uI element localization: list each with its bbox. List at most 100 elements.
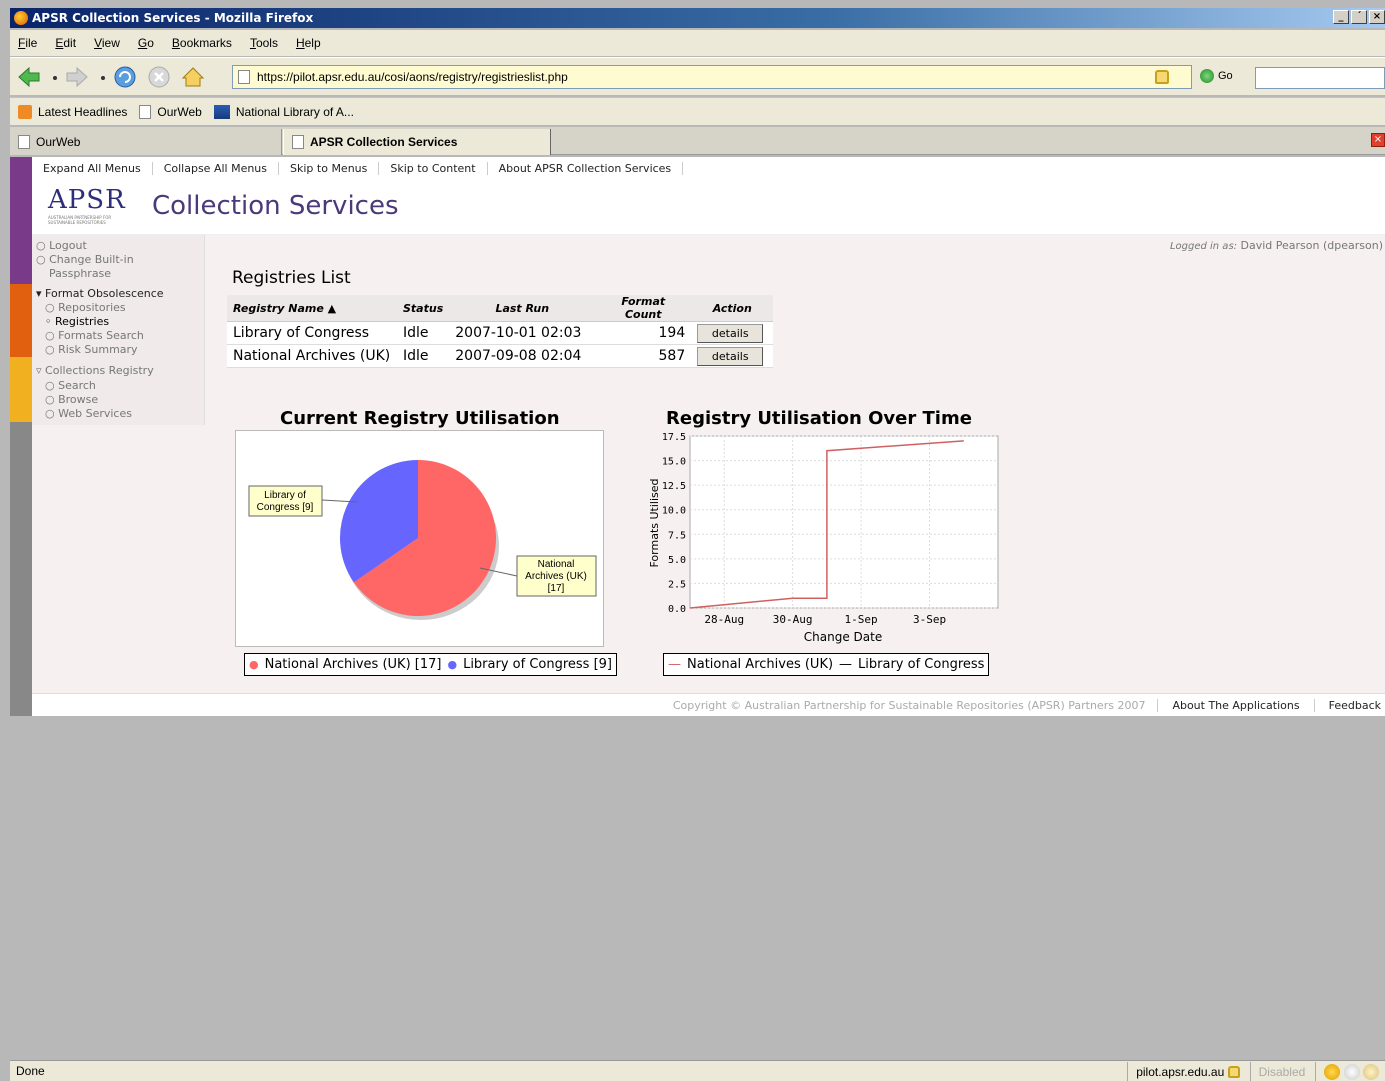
tab-bar: OurWeb APSR Collection Services × <box>10 127 1385 155</box>
tab-ourweb[interactable]: OurWeb <box>10 129 282 155</box>
page-footer: Copyright © Australian Partnership for S… <box>32 693 1385 716</box>
rss-icon <box>18 104 32 119</box>
x-tick-label: 30-Aug <box>773 613 813 626</box>
forward-icon[interactable] <box>64 64 90 90</box>
legend-national-archives: National Archives (UK) [17] <box>264 657 442 672</box>
sidebar-item-repositories[interactable]: ○ Repositories <box>45 301 126 314</box>
logged-in-user: David Pearson (dpearson) <box>1240 239 1383 252</box>
bookmarks-toolbar: Latest Headlines OurWeb National Library… <box>10 97 1385 125</box>
pie-label-national-archives: [17] <box>548 583 565 594</box>
y-tick-label: 7.5 <box>668 530 686 541</box>
skip-to-menus-link[interactable]: Skip to Menus <box>279 161 380 175</box>
sidebar-group-collections-registry[interactable]: ▿ Collections Registry <box>36 364 154 377</box>
maximize-button[interactable]: ´ <box>1351 10 1367 24</box>
close-tab-button[interactable]: × <box>1371 133 1385 147</box>
legend-swatch-national-archives: ● <box>249 658 259 671</box>
minimize-button[interactable]: _ <box>1333 10 1349 24</box>
y-axis-label: Formats Utilised <box>648 478 661 567</box>
menu-view[interactable]: View <box>94 36 120 50</box>
skip-to-content-link[interactable]: Skip to Content <box>379 161 488 175</box>
sidebar-item-formats-search[interactable]: ○ Formats Search <box>45 329 144 342</box>
status-bar: Done pilot.apsr.edu.au Disabled <box>10 1060 1385 1081</box>
sidebar-group-format-obsolescence[interactable]: ▾ Format Obsolescence <box>36 287 164 300</box>
window-titlebar: APSR Collection Services - Mozilla Firef… <box>10 8 1385 28</box>
close-window-button[interactable]: × <box>1369 10 1385 24</box>
sidebar-item-logout[interactable]: ○ Logout <box>36 239 87 252</box>
back-dropdown-icon[interactable] <box>50 64 60 90</box>
go-button[interactable]: Go <box>1200 69 1233 83</box>
window-title: APSR Collection Services - Mozilla Firef… <box>32 11 314 25</box>
sidebar-item-browse[interactable]: ○ Browse <box>45 393 98 406</box>
collapse-all-menus-link[interactable]: Collapse All Menus <box>153 161 280 175</box>
cell-format-count: 194 <box>595 321 692 345</box>
pie-chart: Library of Congress [9] National Archive… <box>235 430 604 647</box>
stop-icon[interactable] <box>146 64 172 90</box>
y-tick-label: 2.5 <box>668 579 686 590</box>
menu-bar: File Edit View Go Bookmarks Tools Help <box>10 30 1385 56</box>
details-button[interactable]: details <box>697 323 764 343</box>
col-action: Action <box>691 295 774 322</box>
page-content: Expand All Menus Collapse All Menus Skip… <box>10 157 1385 716</box>
reload-icon[interactable] <box>112 64 138 90</box>
navigation-toolbar: https://pilot.apsr.edu.au/cosi/aons/regi… <box>10 57 1385 95</box>
forward-dropdown-icon[interactable] <box>98 64 108 90</box>
legend-swatch-library-of-congress: ● <box>447 658 458 671</box>
menu-go[interactable]: Go <box>138 36 154 50</box>
go-label: Go <box>1218 70 1233 82</box>
registries-table: Registry Name ▲ Status Last Run Format C… <box>227 295 774 368</box>
bookmark-ourweb[interactable]: OurWeb <box>139 104 202 119</box>
menu-tools[interactable]: Tools <box>250 36 278 50</box>
sidebar-item-search[interactable]: ○ Search <box>45 379 96 392</box>
pie-label-national-archives: Archives (UK) <box>525 571 587 582</box>
menu-edit[interactable]: Edit <box>55 36 76 50</box>
expand-all-menus-link[interactable]: Expand All Menus <box>32 161 153 175</box>
bookmark-latest-headlines[interactable]: Latest Headlines <box>18 104 127 119</box>
menu-help[interactable]: Help <box>296 36 321 50</box>
home-icon[interactable] <box>180 64 206 90</box>
copyright-text: Copyright © Australian Partnership for S… <box>673 698 1159 712</box>
lock-icon[interactable] <box>1155 70 1169 84</box>
cell-last-run: 2007-10-01 02:03 <box>449 321 596 345</box>
sidebar-item-web-services[interactable]: ○ Web Services <box>45 407 132 420</box>
apsr-logo[interactable]: APSR AUSTRALIAN PARTNERSHIP FOR SUSTAINA… <box>48 185 128 229</box>
feedback-link[interactable]: Feedback <box>1315 699 1381 712</box>
weather-icon[interactable] <box>1363 1063 1379 1080</box>
page-icon <box>18 135 30 149</box>
sidebar-item-change-passphrase-line2[interactable]: Passphrase <box>49 267 111 280</box>
status-host[interactable]: pilot.apsr.edu.au <box>1127 1062 1240 1081</box>
sidebar-item-change-passphrase[interactable]: ○ Change Built-in <box>36 253 134 266</box>
sidebar-item-registries[interactable]: ◦ Registries <box>45 315 109 328</box>
cell-format-count: 587 <box>595 344 692 368</box>
line-legend: — National Archives (UK) — Library of Cong… <box>663 653 990 676</box>
cell-action: details <box>691 344 774 368</box>
table-row: National Archives (UK) Idle 2007-09-08 0… <box>227 344 774 368</box>
skip-links-bar: Expand All Menus Collapse All Menus Skip… <box>32 157 1385 179</box>
col-format-count[interactable]: Format Count <box>595 295 692 322</box>
col-last-run[interactable]: Last Run <box>449 295 596 322</box>
status-icons <box>1315 1062 1379 1081</box>
logged-in-status: Logged in as: David Pearson (dpearson) <box>1170 239 1383 252</box>
col-status[interactable]: Status <box>397 295 450 322</box>
table-row: Library of Congress Idle 2007-10-01 02:0… <box>227 321 774 345</box>
back-icon[interactable] <box>16 64 42 90</box>
library-icon <box>213 104 230 119</box>
details-button[interactable]: details <box>697 346 764 366</box>
sidebar-item-risk-summary[interactable]: ○ Risk Summary <box>45 343 138 356</box>
menu-file[interactable]: File <box>18 36 37 50</box>
about-applications-link[interactable]: About The Applications <box>1158 698 1315 712</box>
cell-status: Idle <box>397 321 450 345</box>
sun-icon[interactable] <box>1324 1063 1341 1080</box>
color-strip-orange <box>10 284 32 357</box>
url-input[interactable]: https://pilot.apsr.edu.au/cosi/aons/regi… <box>232 65 1192 89</box>
about-apsr-link[interactable]: About APSR Collection Services <box>488 161 684 175</box>
page-icon <box>139 104 152 119</box>
col-registry-name[interactable]: Registry Name ▲ <box>227 295 397 322</box>
y-tick-label: 15.0 <box>662 457 686 468</box>
search-input[interactable] <box>1255 67 1385 89</box>
color-strip-yellow <box>10 357 32 422</box>
weather-icon[interactable] <box>1343 1063 1360 1080</box>
bookmark-national-library[interactable]: National Library of A... <box>213 104 354 119</box>
tab-apsr-collection-services[interactable]: APSR Collection Services <box>283 129 551 155</box>
status-disabled[interactable]: Disabled <box>1249 1062 1305 1081</box>
menu-bookmarks[interactable]: Bookmarks <box>172 36 232 50</box>
